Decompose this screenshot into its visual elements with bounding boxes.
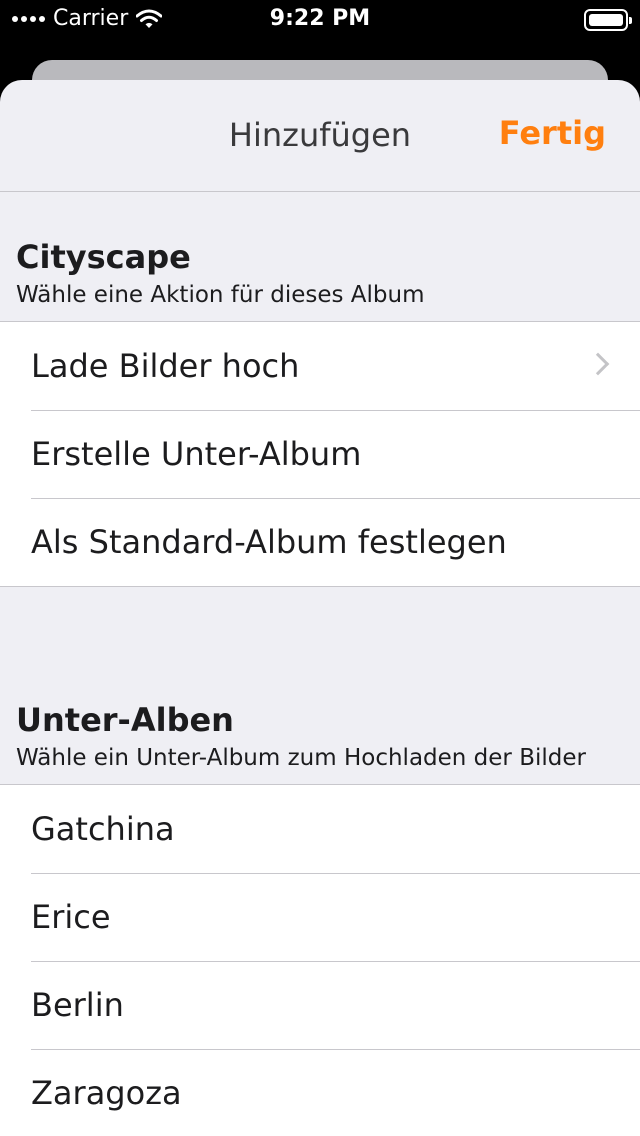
navigation-bar: Hinzufügen Fertig <box>0 80 640 192</box>
album-section-subtitle: Wähle eine Aktion für dieses Album <box>16 282 425 308</box>
create-subalbum-row[interactable]: Erstelle Unter-Album <box>0 410 640 498</box>
status-time: 9:22 PM <box>269 6 371 31</box>
list-item[interactable]: Gatchina <box>0 785 640 873</box>
battery-icon <box>584 9 632 31</box>
done-button[interactable]: Fertig <box>499 114 606 152</box>
album-section-title: Cityscape <box>16 238 191 276</box>
set-default-album-row[interactable]: Als Standard-Album festlegen <box>0 498 640 586</box>
row-label: Gatchina <box>31 810 175 848</box>
row-label: Erice <box>31 898 111 936</box>
list-item[interactable]: Erice <box>0 873 640 961</box>
list-item[interactable]: Berlin <box>0 961 640 1049</box>
modal-sheet: Hinzufügen Fertig Cityscape Wähle eine A… <box>0 80 640 1136</box>
chevron-right-icon <box>586 352 610 376</box>
album-actions-list: Lade Bilder hoch Erstelle Unter-Album Al… <box>0 321 640 587</box>
album-section-header: Cityscape Wähle eine Aktion für dieses A… <box>0 238 640 308</box>
row-label: Lade Bilder hoch <box>31 347 300 385</box>
status-bar: Carrier 9:22 PM <box>0 0 640 40</box>
subalbums-section-header: Unter-Alben Wähle ein Unter-Album zum Ho… <box>0 701 640 771</box>
subalbums-list: Gatchina Erice Berlin Zaragoza <box>0 784 640 1136</box>
list-item[interactable]: Zaragoza <box>0 1049 640 1136</box>
subalbums-section-subtitle: Wähle ein Unter-Album zum Hochladen der … <box>16 745 586 771</box>
row-label: Erstelle Unter-Album <box>31 435 362 473</box>
row-label: Als Standard-Album festlegen <box>31 523 507 561</box>
subalbums-section-title: Unter-Alben <box>16 701 234 739</box>
row-label: Zaragoza <box>31 1074 182 1112</box>
upload-images-row[interactable]: Lade Bilder hoch <box>0 322 640 410</box>
row-label: Berlin <box>31 986 124 1024</box>
